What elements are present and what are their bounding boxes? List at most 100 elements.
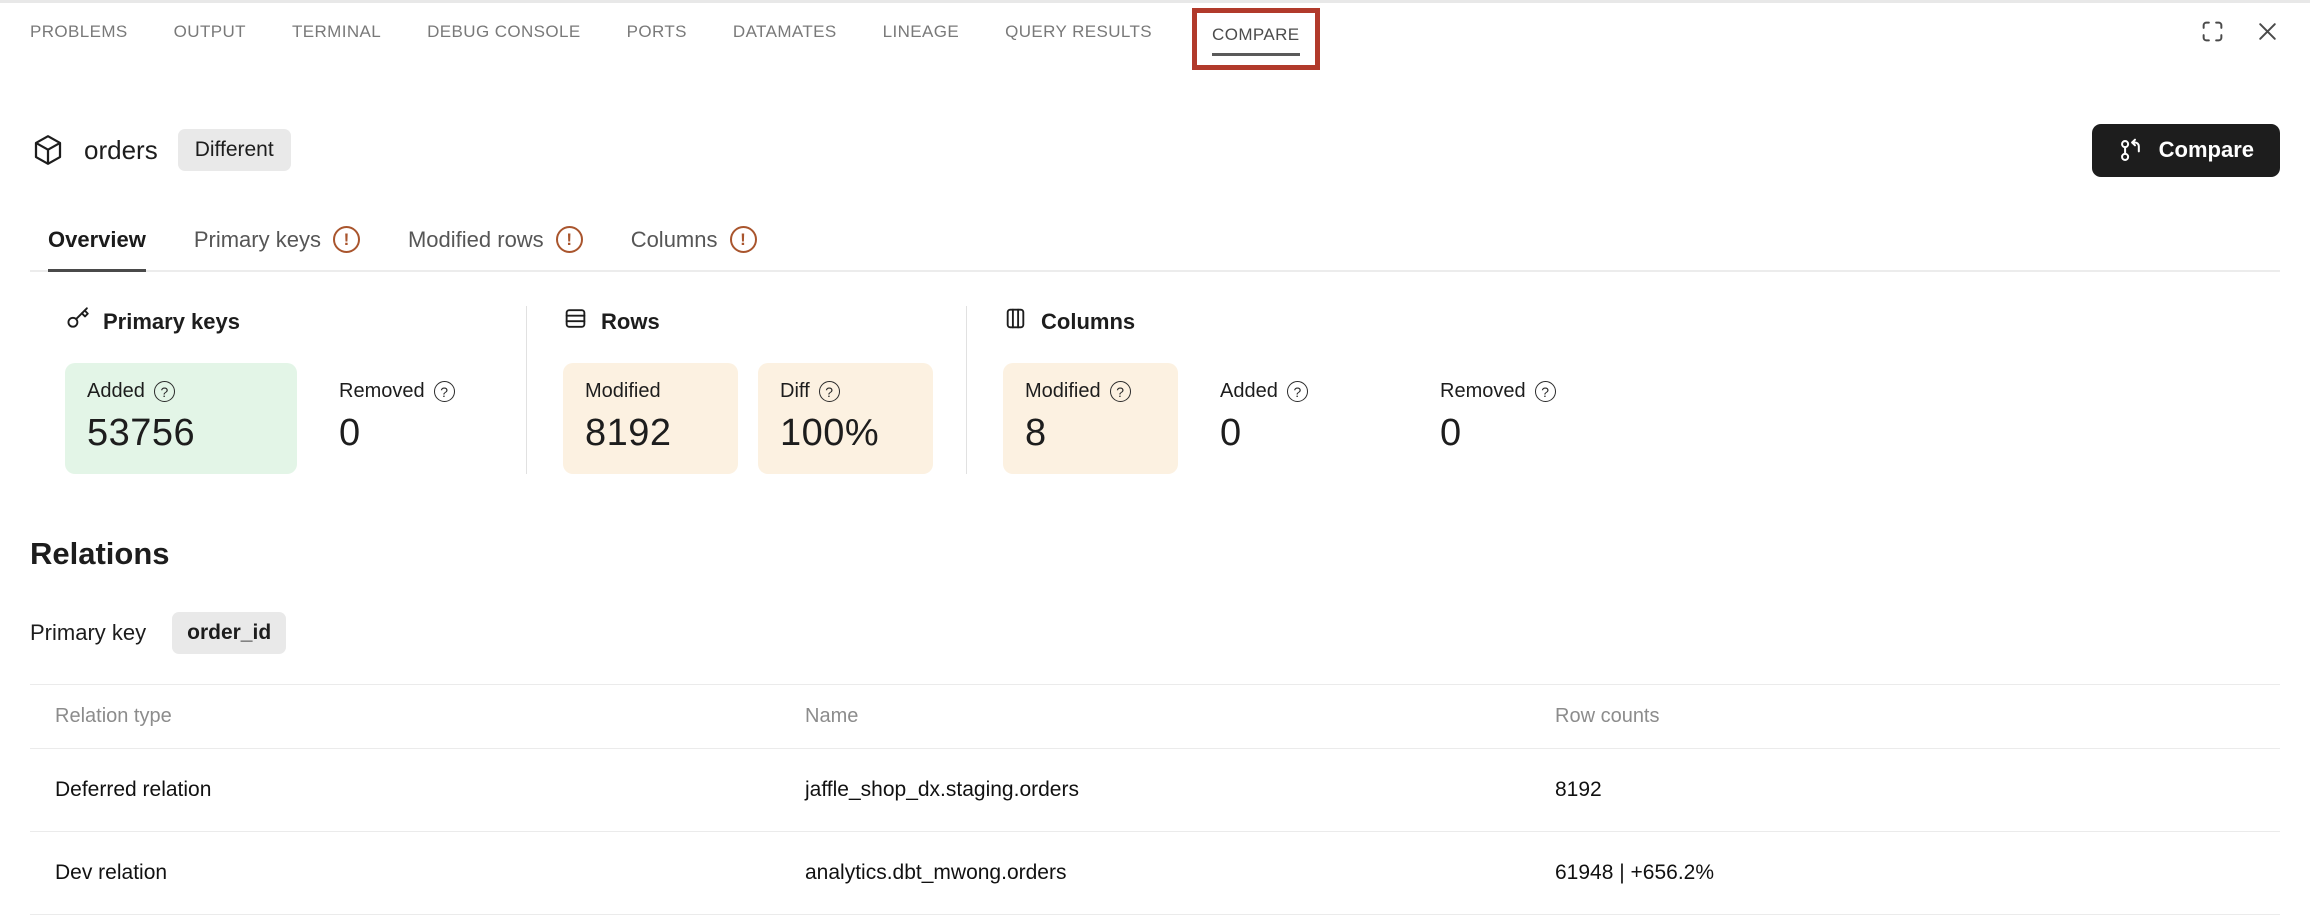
column-header-row-counts: Row counts bbox=[1555, 705, 1660, 727]
panel-tab-debug-console[interactable]: DEBUG CONSOLE bbox=[427, 22, 581, 42]
panel-tab-compare[interactable]: COMPARE bbox=[1212, 25, 1300, 56]
metric-label-row: Diff ? bbox=[780, 380, 911, 403]
stat-group-title: Rows bbox=[563, 306, 966, 337]
stat-group-title: Columns bbox=[1003, 306, 2280, 337]
view-tab-primary-keys[interactable]: Primary keys ! bbox=[194, 226, 360, 270]
help-icon[interactable]: ? bbox=[433, 381, 455, 402]
table-row: Dev relation analytics.dbt_mwong.orders 61… bbox=[30, 832, 2280, 915]
relations-title: Relations bbox=[30, 536, 170, 571]
metric-label-row: Added ? bbox=[1220, 380, 1376, 403]
primary-key-value-badge: order_id bbox=[172, 612, 287, 654]
help-icon[interactable]: ? bbox=[153, 381, 175, 402]
git-compare-icon bbox=[2120, 138, 2140, 161]
stat-group-columns: Columns Modified ? 8 Added ? 0 Removed ?… bbox=[967, 306, 2280, 474]
annotation-highlight-box: COMPARE bbox=[1192, 7, 1320, 70]
stat-group-label: Primary keys bbox=[103, 308, 240, 334]
warning-icon: ! bbox=[555, 226, 583, 253]
metric-value: 0 bbox=[339, 412, 361, 454]
panel-tab-query-results[interactable]: QUERY RESULTS bbox=[1005, 22, 1152, 42]
metric-label: Added bbox=[87, 380, 145, 402]
metric-value: 100% bbox=[780, 412, 880, 454]
panel-tab-bar: PROBLEMS OUTPUT TERMINAL DEBUG CONSOLE PORTS… bbox=[0, 0, 2310, 70]
compare-header: orders Different Compare bbox=[0, 120, 2310, 180]
stat-group-label: Rows bbox=[601, 308, 660, 334]
row-counts-cell: 8192 bbox=[1555, 778, 1602, 801]
stat-group-primary-keys: Primary keys Added ? 53756 Removed ? 0 bbox=[30, 306, 527, 474]
metric-added: Added ? 53756 bbox=[65, 363, 297, 474]
metric-diff: Diff ? 100% bbox=[758, 363, 933, 474]
view-tab-modified-rows[interactable]: Modified rows ! bbox=[408, 226, 583, 270]
key-icon bbox=[65, 306, 90, 337]
metric-value: 53756 bbox=[87, 412, 196, 454]
primary-key-label: Primary key bbox=[30, 620, 147, 645]
table-row: Deferred relation jaffle_shop_dx.staging.… bbox=[30, 749, 2280, 832]
view-tab-label: Primary keys bbox=[193, 226, 321, 252]
metric-cards: Modified ? 8 Added ? 0 Removed ? 0 bbox=[1003, 363, 2280, 474]
metric-label-row: Modified ? bbox=[1025, 380, 1156, 403]
view-tab-label: Overview bbox=[48, 226, 146, 252]
metric-cards: Added ? 53756 Removed ? 0 bbox=[65, 363, 526, 474]
maximize-panel-icon[interactable] bbox=[2200, 19, 2225, 44]
metric-value: 8192 bbox=[585, 412, 672, 454]
compare-button[interactable]: Compare bbox=[2091, 123, 2280, 177]
view-tab-columns[interactable]: Columns ! bbox=[631, 226, 757, 270]
metric-label-row: Modified bbox=[585, 380, 716, 403]
status-badge: Different bbox=[177, 129, 291, 171]
help-icon[interactable]: ? bbox=[1534, 381, 1556, 402]
stat-group-label: Columns bbox=[1041, 308, 1136, 334]
metric-label: Removed bbox=[339, 380, 425, 402]
panel-tab-ports[interactable]: PORTS bbox=[627, 22, 687, 42]
metric-label-row: Removed ? bbox=[1440, 380, 1596, 403]
summary-stats: Primary keys Added ? 53756 Removed ? 0 R… bbox=[30, 272, 2280, 504]
metric-value: 8 bbox=[1025, 412, 1047, 454]
relations-table: Relation type Name Row counts Deferred rel… bbox=[30, 684, 2280, 915]
relations-table-header: Relation type Name Row counts bbox=[30, 685, 2280, 749]
view-tab-label: Modified rows bbox=[407, 226, 544, 252]
primary-key-row: Primary key order_id bbox=[30, 612, 2280, 654]
columns-icon bbox=[1003, 306, 1028, 337]
column-header-relation-type: Relation type bbox=[55, 705, 172, 727]
relations-section: Relations Primary key order_id Relation … bbox=[30, 536, 2280, 915]
compare-button-label: Compare bbox=[2158, 137, 2254, 162]
column-header-name: Name bbox=[805, 705, 859, 727]
metric-added: Added ? 0 bbox=[1198, 363, 1398, 474]
metric-value: 0 bbox=[1440, 412, 1462, 454]
metric-label: Removed bbox=[1440, 380, 1526, 402]
package-cube-icon bbox=[30, 132, 66, 168]
panel-tab-terminal[interactable]: TERMINAL bbox=[292, 22, 381, 42]
panel-actions bbox=[2200, 19, 2280, 44]
view-tab-label: Columns bbox=[630, 226, 718, 252]
metric-label: Diff bbox=[780, 380, 810, 402]
metric-label-row: Removed ? bbox=[339, 380, 495, 403]
metric-removed: Removed ? 0 bbox=[317, 363, 517, 474]
help-icon[interactable]: ? bbox=[1286, 381, 1308, 402]
row-counts-cell: 61948 | +656.2% bbox=[1555, 861, 1715, 884]
help-icon[interactable]: ? bbox=[818, 381, 840, 402]
panel-tab-datamates[interactable]: DATAMATES bbox=[733, 22, 837, 42]
compare-view-tabs: Overview Primary keys ! Modified rows ! … bbox=[30, 226, 2280, 272]
metric-value: 0 bbox=[1220, 412, 1242, 454]
model-name: orders bbox=[84, 134, 158, 165]
metric-label: Modified bbox=[585, 380, 661, 402]
rows-icon bbox=[563, 306, 588, 337]
help-icon[interactable]: ? bbox=[1109, 381, 1131, 402]
metric-modified: Modified ? 8 bbox=[1003, 363, 1178, 474]
name-cell: jaffle_shop_dx.staging.orders bbox=[805, 778, 1079, 801]
metric-cards: Modified 8192 Diff ? 100% bbox=[563, 363, 966, 474]
relation-type-cell: Dev relation bbox=[55, 861, 168, 884]
panel-tab-output[interactable]: OUTPUT bbox=[174, 22, 246, 42]
warning-icon: ! bbox=[332, 226, 360, 253]
stat-group-rows: Rows Modified 8192 Diff ? 100% bbox=[527, 306, 967, 474]
stat-group-title: Primary keys bbox=[65, 306, 526, 337]
name-cell: analytics.dbt_mwong.orders bbox=[805, 861, 1067, 884]
panel-tab-lineage[interactable]: LINEAGE bbox=[883, 22, 960, 42]
view-tab-overview[interactable]: Overview bbox=[48, 226, 146, 272]
relation-type-cell: Deferred relation bbox=[55, 778, 212, 801]
warning-icon: ! bbox=[729, 226, 757, 253]
metric-modified: Modified 8192 bbox=[563, 363, 738, 474]
panel-tab-problems[interactable]: PROBLEMS bbox=[30, 22, 128, 42]
metric-removed: Removed ? 0 bbox=[1418, 363, 1618, 474]
close-panel-icon[interactable] bbox=[2255, 19, 2280, 44]
metric-label-row: Added ? bbox=[87, 380, 275, 403]
metric-label: Modified bbox=[1025, 380, 1101, 402]
